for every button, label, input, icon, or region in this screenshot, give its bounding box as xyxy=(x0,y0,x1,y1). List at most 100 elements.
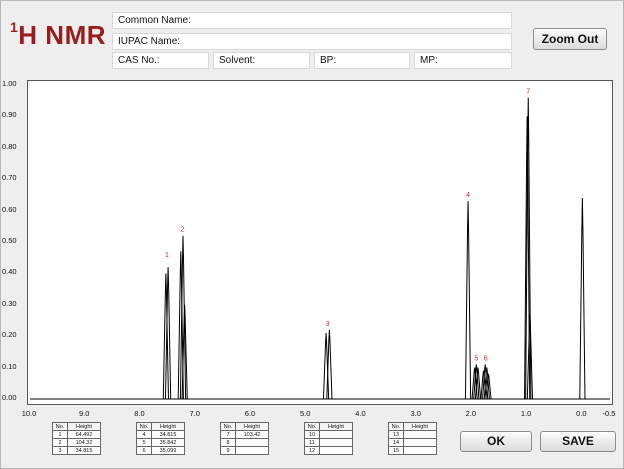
cas-no-field[interactable]: CAS No.: xyxy=(112,52,209,69)
table-header: No. xyxy=(388,422,404,431)
peak-table: No. Height 7 103.42 8 9 xyxy=(220,422,269,455)
table-header: No. xyxy=(304,422,320,431)
spectrum-plot[interactable]: 1 2 3 4 56 7 xyxy=(27,80,613,405)
peak-number: 15 xyxy=(388,446,404,455)
x-tick-label: 8.0 xyxy=(134,409,145,418)
table-header: No. xyxy=(136,422,152,431)
peak-height: 34.815 xyxy=(67,446,101,455)
x-tick-label: 6.0 xyxy=(244,409,256,418)
peak-number: 9 xyxy=(220,446,236,455)
mp-label: MP: xyxy=(420,55,438,66)
table-row: 6 35.099 xyxy=(136,446,185,455)
peak-table: No. Height 10 11 12 xyxy=(304,422,353,455)
peak-5: 5 xyxy=(471,355,482,400)
peak-4: 4 xyxy=(464,192,472,400)
peak-height xyxy=(403,438,437,447)
title-text: H NMR xyxy=(18,20,107,50)
peak-height: 34.815 xyxy=(151,430,185,439)
peak-height xyxy=(319,430,353,439)
table-header: No. xyxy=(220,422,236,431)
table-row: 1 64.492 xyxy=(52,430,101,439)
table-row: 7 103.42 xyxy=(220,430,269,439)
y-tick-label: 0.20 xyxy=(2,330,17,340)
y-tick-label: 0.00 xyxy=(2,393,17,402)
peak-number: 4 xyxy=(136,430,152,439)
table-row: 2 104.32 xyxy=(52,438,101,447)
y-tick-label: 0.30 xyxy=(2,298,17,308)
x-tick-label: 7.0 xyxy=(189,409,200,418)
peak-number: 2 xyxy=(52,438,68,447)
title-superscript: 1 xyxy=(10,19,19,36)
y-tick-label: 0.80 xyxy=(2,141,17,151)
spectrum-svg: 1 2 3 4 5 6 7 xyxy=(30,89,610,400)
peak-label: 2 xyxy=(181,227,185,234)
table-row: 3 34.815 xyxy=(52,446,101,455)
peak-number: 6 xyxy=(136,446,152,455)
peak-number: 8 xyxy=(220,438,236,447)
x-tick-label: 5.0 xyxy=(299,409,311,418)
solvent-field[interactable]: Solvent: xyxy=(213,52,310,69)
peak-label: 5 xyxy=(474,355,478,362)
x-tick-label: 3.0 xyxy=(410,409,421,418)
table-row: 15 xyxy=(388,446,437,455)
peak-height: 103.42 xyxy=(235,430,269,439)
peak-1: 1 xyxy=(162,252,172,400)
table-header: Height xyxy=(319,422,353,431)
y-tick-label: 0.90 xyxy=(2,110,17,120)
peak-height: 35.099 xyxy=(151,446,185,455)
table-header: Height xyxy=(151,422,185,431)
peak-height xyxy=(319,438,353,447)
peak-height xyxy=(235,438,269,447)
common-name-field[interactable]: Common Name: xyxy=(112,12,512,29)
peak-2: 2 xyxy=(177,227,188,400)
peak-height: 35.842 xyxy=(151,438,185,447)
peak-3: 3 xyxy=(322,321,333,400)
peak-line xyxy=(464,201,472,400)
peak-height: 104.32 xyxy=(67,438,101,447)
y-tick-label: 0.40 xyxy=(2,267,17,277)
y-tick-label: 0.50 xyxy=(2,236,17,245)
y-tick-label: 1.00 xyxy=(2,79,17,88)
zoom-out-button[interactable]: Zoom Out xyxy=(533,28,607,50)
table-row: 13 xyxy=(388,430,437,439)
peak-height xyxy=(235,446,269,455)
peak-number: 12 xyxy=(304,446,320,455)
peak-height xyxy=(403,430,437,439)
peak-height xyxy=(403,446,437,455)
table-header: Height xyxy=(235,422,269,431)
table-row: 8 xyxy=(220,438,269,447)
peak-label: 6 xyxy=(484,355,488,362)
peak-label: 4 xyxy=(466,192,470,199)
table-row: 5 35.842 xyxy=(136,438,185,447)
bp-label: BP: xyxy=(320,55,337,66)
x-tick-label: 1.0 xyxy=(520,409,532,418)
y-tick-label: 0.60 xyxy=(2,204,17,214)
bp-field[interactable]: BP: xyxy=(314,52,410,69)
peak-tms xyxy=(579,198,586,400)
peak-table: No. Height 4 34.815 5 35.842 6 35.099 xyxy=(136,422,185,455)
x-tick-label: 0.0 xyxy=(576,409,587,418)
table-header: Height xyxy=(67,422,101,431)
solvent-label: Solvent: xyxy=(219,55,256,66)
cas-no-label: CAS No.: xyxy=(118,55,160,66)
table-row: 12 xyxy=(304,446,353,455)
peak-label: 1 xyxy=(165,252,169,259)
table-row: 4 34.815 xyxy=(136,430,185,439)
peak-table: No. Height 13 14 15 xyxy=(388,422,437,455)
peak-number: 14 xyxy=(388,438,404,447)
peak-6: 6 xyxy=(480,355,492,400)
iupac-name-field[interactable]: IUPAC Name: xyxy=(112,33,512,50)
peak-number: 11 xyxy=(304,438,320,447)
peak-number: 7 xyxy=(220,430,236,439)
peak-line xyxy=(326,329,333,400)
table-row: 11 xyxy=(304,438,353,447)
mp-field[interactable]: MP: xyxy=(414,52,512,69)
peak-number: 1 xyxy=(52,430,68,439)
y-tick-label: 0.70 xyxy=(2,173,17,183)
save-button[interactable]: SAVE xyxy=(540,431,616,452)
peak-height xyxy=(319,446,353,455)
peak-number: 10 xyxy=(304,430,320,439)
x-tick-label: 9.0 xyxy=(79,409,90,418)
page-title: 1H NMR xyxy=(10,19,107,51)
ok-button[interactable]: OK xyxy=(460,431,532,452)
